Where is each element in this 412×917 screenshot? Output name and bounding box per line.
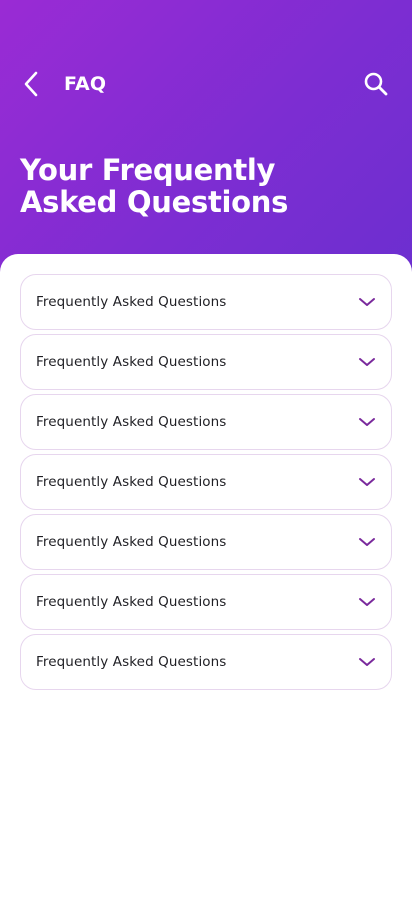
search-icon [364,72,388,96]
chevron-down-icon [357,532,377,552]
faq-question: Frequently Asked Questions [36,654,227,670]
search-button[interactable] [354,62,398,106]
faq-question: Frequently Asked Questions [36,414,227,430]
faq-question: Frequently Asked Questions [36,474,227,490]
faq-screen: FAQ Your Frequently Asked Questions Freq… [0,0,412,917]
chevron-down-icon [357,412,377,432]
page-title: FAQ [64,73,107,95]
faq-item[interactable]: Frequently Asked Questions [20,394,392,450]
chevron-down-icon [357,472,377,492]
chevron-down-icon [357,292,377,312]
back-button[interactable] [14,62,48,106]
content-sheet: Frequently Asked Questions Frequently As… [0,254,412,917]
faq-item[interactable]: Frequently Asked Questions [20,454,392,510]
faq-list: Frequently Asked Questions Frequently As… [20,274,392,694]
faq-question: Frequently Asked Questions [36,594,227,610]
faq-question: Frequently Asked Questions [36,534,227,550]
chevron-down-icon [357,652,377,672]
faq-item[interactable]: Frequently Asked Questions [20,574,392,630]
faq-question: Frequently Asked Questions [36,294,227,310]
faq-item[interactable]: Frequently Asked Questions [20,514,392,570]
chevron-left-icon [24,71,38,97]
chevron-down-icon [357,592,377,612]
faq-item[interactable]: Frequently Asked Questions [20,274,392,330]
chevron-down-icon [357,352,377,372]
hero-title: Your Frequently Asked Questions [20,153,289,219]
faq-item[interactable]: Frequently Asked Questions [20,634,392,690]
faq-item[interactable]: Frequently Asked Questions [20,334,392,390]
faq-question: Frequently Asked Questions [36,354,227,370]
top-bar: FAQ [0,62,412,106]
